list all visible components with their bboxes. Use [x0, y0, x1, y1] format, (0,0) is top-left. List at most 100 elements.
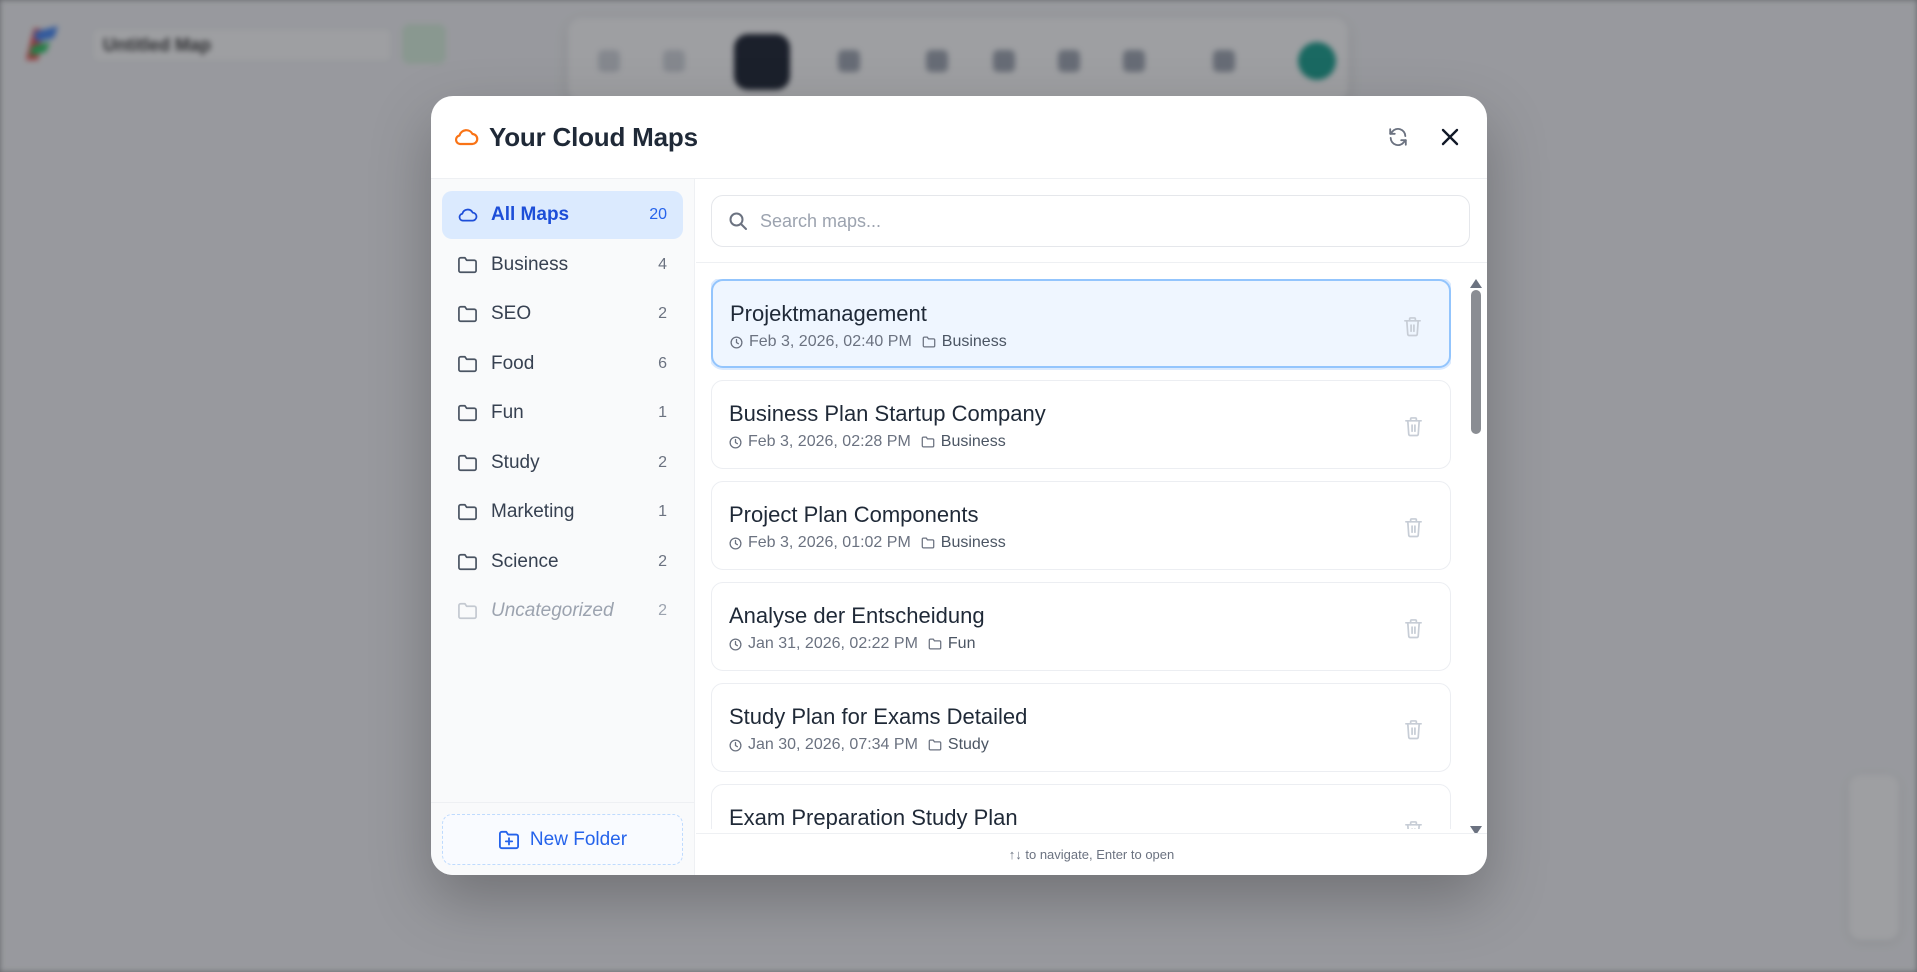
sidebar-item-science[interactable]: Science 2	[442, 538, 683, 586]
map-date: Jan 30, 2026, 07:34 PM	[748, 736, 918, 753]
search-box[interactable]	[711, 195, 1470, 247]
search-icon	[729, 212, 747, 230]
trash-icon	[1404, 416, 1423, 437]
delete-map-button[interactable]	[1401, 315, 1423, 337]
folder-label: All Maps	[491, 204, 570, 225]
folder-count: 1	[658, 503, 667, 520]
trash-icon	[1404, 517, 1423, 538]
sidebar-item-all-maps[interactable]: All Maps 20	[442, 191, 683, 239]
cloud-maps-dialog: Your Cloud Maps All Maps 20 Business 4 SEO 2 F…	[431, 96, 1487, 875]
close-button[interactable]	[1435, 122, 1465, 152]
delete-map-button[interactable]	[1402, 617, 1424, 639]
clock-icon	[730, 335, 744, 349]
map-card[interactable]: Project Plan Components Feb 3, 2026, 01:0…	[711, 481, 1451, 570]
map-meta: Feb 3, 2026, 01:02 PM Business	[729, 534, 1434, 552]
folder-count: 2	[658, 305, 667, 322]
folder-icon	[457, 403, 479, 423]
folder-icon	[921, 435, 937, 449]
map-card[interactable]: Business Plan Startup Company Feb 3, 2026…	[711, 380, 1451, 469]
delete-map-button[interactable]	[1402, 819, 1424, 829]
map-list: Projektmanagement Feb 3, 2026, 02:40 PM Bu…	[711, 279, 1451, 829]
delete-map-button[interactable]	[1402, 516, 1424, 538]
cloud-icon	[457, 205, 479, 225]
new-folder-button[interactable]: New Folder	[442, 814, 683, 865]
folder-icon	[921, 536, 937, 550]
folder-icon	[457, 502, 479, 522]
clock-icon	[729, 536, 743, 550]
map-card[interactable]: Exam Preparation Study Plan	[711, 784, 1451, 829]
map-category: Fun	[947, 635, 976, 652]
folder-sidebar: All Maps 20 Business 4 SEO 2 Food 6 Fun 1 Study 2 Ma…	[431, 179, 695, 875]
cloud-icon	[453, 126, 479, 148]
map-category: Business	[940, 433, 1006, 450]
sidebar-item-seo[interactable]: SEO 2	[442, 290, 683, 338]
sidebar-item-food[interactable]: Food 6	[442, 340, 683, 388]
map-browser: Projektmanagement Feb 3, 2026, 02:40 PM Bu…	[696, 179, 1487, 875]
folder-label: Marketing	[491, 501, 575, 522]
folder-count: 2	[658, 602, 667, 619]
sidebar-item-marketing[interactable]: Marketing 1	[442, 488, 683, 536]
folder-label: SEO	[491, 303, 532, 324]
dialog-header: Your Cloud Maps	[431, 96, 1487, 179]
folder-list: All Maps 20 Business 4 SEO 2 Food 6 Fun 1 Study 2 Ma…	[431, 179, 694, 635]
map-date: Feb 3, 2026, 02:28 PM	[748, 433, 911, 450]
folder-label: Science	[491, 550, 559, 572]
folder-label: Business	[491, 253, 569, 275]
dialog-title: Your Cloud Maps	[489, 121, 698, 152]
map-meta: Jan 31, 2026, 02:22 PM Fun	[729, 635, 1434, 653]
clock-icon	[729, 435, 743, 449]
map-name: Exam Preparation Study Plan	[729, 805, 1018, 829]
folder-count: 4	[658, 255, 667, 273]
folder-count: 2	[658, 453, 667, 471]
folder-label: Fun	[491, 402, 524, 423]
trash-icon	[1404, 820, 1423, 829]
folder-label: Study	[491, 451, 540, 473]
trash-icon	[1404, 719, 1423, 740]
trash-icon	[1404, 618, 1423, 639]
folder-count: 1	[658, 404, 667, 421]
folder-icon	[928, 637, 944, 651]
scroll-up-arrow[interactable]	[1470, 279, 1482, 288]
map-card[interactable]: Study Plan for Exams Detailed Jan 30, 202…	[711, 683, 1451, 772]
map-category: Study	[947, 736, 989, 753]
trash-icon	[1403, 316, 1422, 337]
refresh-button[interactable]	[1383, 122, 1413, 152]
map-category: Business	[941, 333, 1007, 350]
folder-icon	[457, 601, 479, 621]
folder-count: 6	[658, 354, 667, 372]
map-meta: Jan 30, 2026, 07:34 PM Study	[729, 736, 1434, 754]
sidebar-item-fun[interactable]: Fun 1	[442, 389, 683, 437]
scroll-thumb[interactable]	[1471, 290, 1481, 434]
sidebar-item-uncategorized[interactable]: Uncategorized 2	[442, 587, 683, 635]
folder-label: Uncategorized	[491, 600, 614, 621]
delete-map-button[interactable]	[1402, 415, 1424, 437]
map-category: Business	[940, 534, 1006, 551]
delete-map-button[interactable]	[1402, 718, 1424, 740]
folder-count: 20	[649, 206, 667, 223]
map-name: Analyse der Entscheidung	[729, 603, 985, 628]
new-folder-label: New Folder	[529, 828, 628, 850]
map-card[interactable]: Analyse der Entscheidung Jan 31, 2026, 02…	[711, 582, 1451, 671]
folder-count: 2	[658, 552, 667, 570]
sidebar-item-study[interactable]: Study 2	[442, 439, 683, 487]
close-icon	[1441, 128, 1459, 146]
map-name: Project Plan Components	[729, 502, 979, 527]
map-card[interactable]: Projektmanagement Feb 3, 2026, 02:40 PM Bu…	[711, 279, 1451, 368]
map-name: Study Plan for Exams Detailed	[729, 704, 1028, 729]
folder-icon	[457, 354, 479, 374]
folder-icon	[922, 335, 938, 349]
map-meta: Feb 3, 2026, 02:40 PM Business	[730, 333, 1433, 351]
sidebar-item-business[interactable]: Business 4	[442, 241, 683, 289]
folder-icon	[928, 738, 944, 752]
folder-label: Food	[491, 352, 535, 374]
clock-icon	[729, 637, 743, 651]
folder-icon	[457, 255, 479, 275]
map-name: Projektmanagement	[730, 301, 927, 326]
map-list-scrollbar[interactable]	[1469, 279, 1483, 835]
map-date: Feb 3, 2026, 01:02 PM	[748, 534, 911, 551]
clock-icon	[729, 738, 743, 752]
refresh-icon	[1389, 128, 1407, 146]
map-name: Business Plan Startup Company	[729, 401, 1046, 426]
keyboard-hint: ↑↓ to navigate, Enter to open	[696, 833, 1487, 875]
search-input[interactable]	[760, 210, 1453, 232]
